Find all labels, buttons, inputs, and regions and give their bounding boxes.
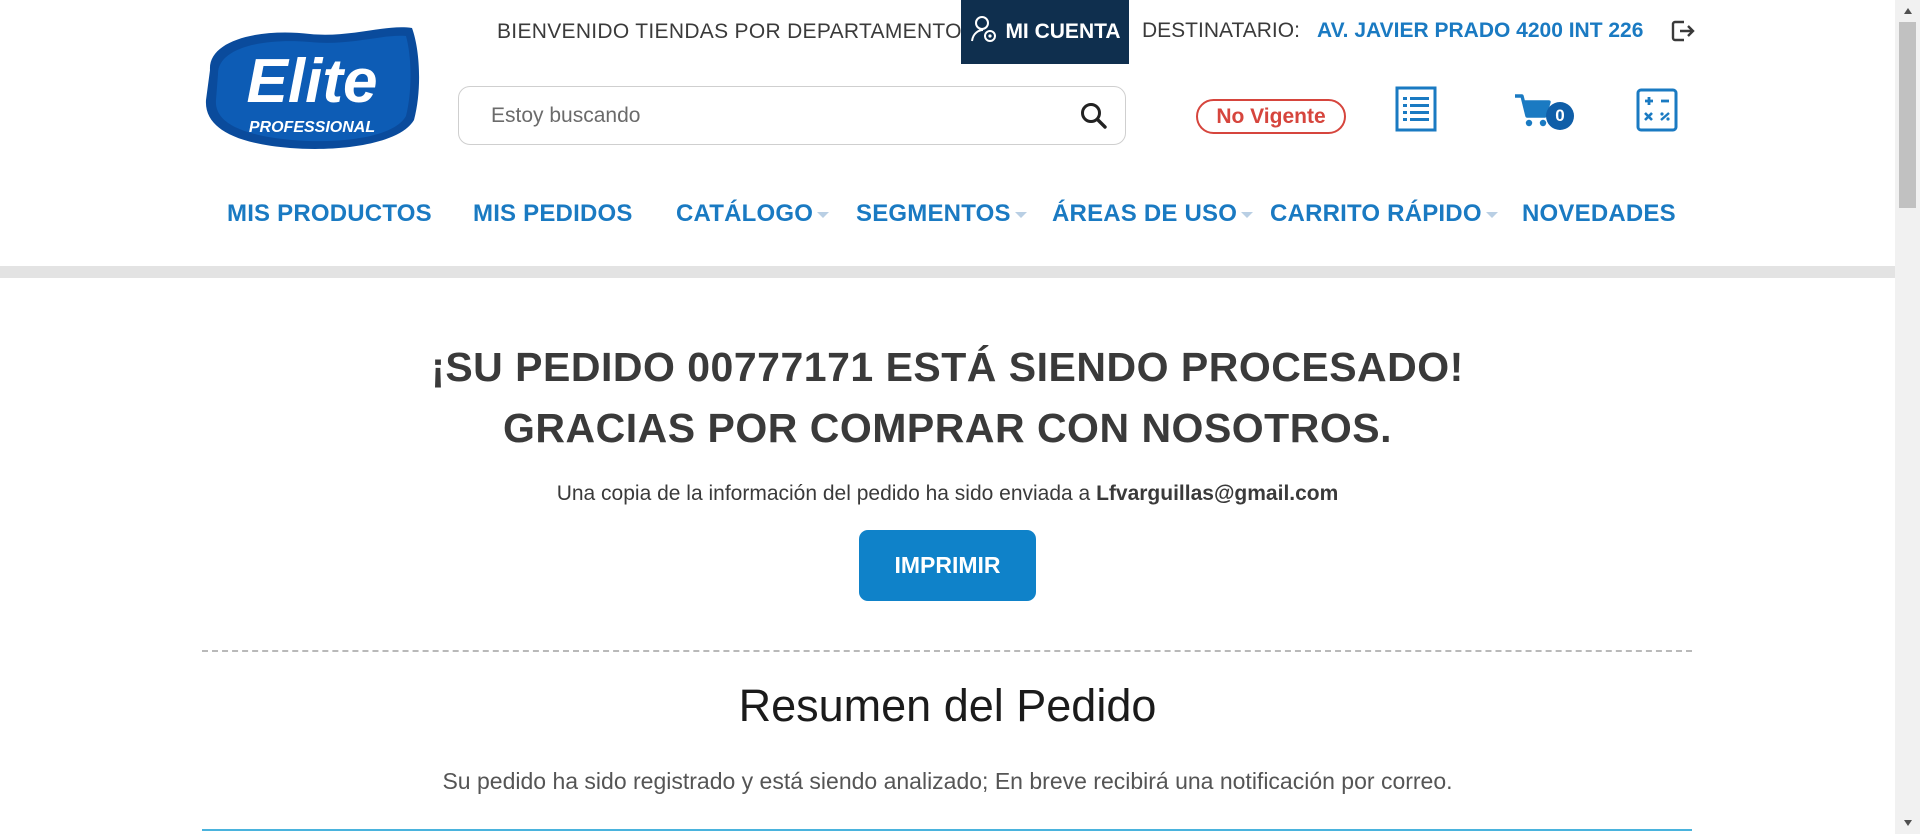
topbar: BIENVENIDO TIENDAS POR DEPARTAMENTO xyxy=(480,0,962,64)
search-input[interactable] xyxy=(491,101,1051,131)
summary-title: Resumen del Pedido xyxy=(738,680,1157,731)
print-button[interactable]: IMPRIMIR xyxy=(859,530,1036,601)
destination-value[interactable]: AV. JAVIER PRADO 4200 INT 226 xyxy=(1317,19,1643,43)
nav-item-novedades[interactable]: NOVEDADES xyxy=(1522,200,1676,228)
nav-item-mis-productos[interactable]: MIS PRODUCTOS xyxy=(227,200,432,228)
main-nav: MIS PRODUCTOS MIS PEDIDOS CATÁLOGO SEGME… xyxy=(0,200,1895,244)
svg-text:PROFESSIONAL: PROFESSIONAL xyxy=(249,119,375,136)
list-icon[interactable] xyxy=(1395,86,1437,132)
summary-divider xyxy=(202,829,1692,831)
vertical-scrollbar[interactable] xyxy=(1895,0,1920,834)
chevron-down-icon xyxy=(817,211,830,218)
page: Elite PROFESSIONAL BIENVENIDO TIENDAS PO… xyxy=(0,0,1895,834)
chevron-down-icon xyxy=(1241,211,1254,218)
nav-item-segmentos[interactable]: SEGMENTOS xyxy=(856,200,1027,228)
email-notice: Una copia de la información del pedido h… xyxy=(0,482,1895,506)
scrollbar-thumb[interactable] xyxy=(1899,22,1916,208)
scroll-down-arrow-icon[interactable] xyxy=(1895,812,1920,834)
search-box xyxy=(458,86,1126,145)
user-settings-icon xyxy=(969,14,999,50)
svg-text:Elite: Elite xyxy=(247,47,378,116)
scroll-up-arrow-icon[interactable] xyxy=(1895,0,1920,22)
nav-item-mis-pedidos[interactable]: MIS PEDIDOS xyxy=(473,200,633,228)
summary-note: Su pedido ha sido registrado y está sien… xyxy=(442,768,1453,794)
search-icon[interactable] xyxy=(1079,101,1109,131)
chevron-down-icon xyxy=(1014,211,1027,218)
nav-item-catalogo[interactable]: CATÁLOGO xyxy=(676,200,830,228)
destination-label: DESTINATARIO: xyxy=(1142,19,1300,42)
confirmation-subtitle: GRACIAS POR COMPRAR CON NOSOTROS. xyxy=(503,405,1392,451)
confirmation-title: ¡SU PEDIDO 00777171 ESTÁ SIENDO PROCESAD… xyxy=(431,344,1464,390)
logout-icon[interactable] xyxy=(1670,18,1700,46)
elite-logo[interactable]: Elite PROFESSIONAL xyxy=(200,20,422,152)
status-badge: No Vigente xyxy=(1196,99,1346,134)
cart-count-badge: 0 xyxy=(1546,102,1574,130)
nav-item-areas-de-uso[interactable]: ÁREAS DE USO xyxy=(1052,200,1254,228)
account-button[interactable]: MI CUENTA xyxy=(961,0,1129,64)
site-header: Elite PROFESSIONAL BIENVENIDO TIENDAS PO… xyxy=(0,0,1895,266)
header-divider xyxy=(0,266,1895,278)
email-address: Lfvarguillas@gmail.com xyxy=(1096,482,1339,505)
email-notice-text: Una copia de la información del pedido h… xyxy=(556,482,1097,505)
calculator-icon[interactable] xyxy=(1636,88,1678,132)
nav-item-carrito-rapido[interactable]: CARRITO RÁPIDO xyxy=(1270,200,1498,228)
welcome-text: BIENVENIDO TIENDAS POR DEPARTAMENTO xyxy=(497,20,962,43)
account-label: MI CUENTA xyxy=(1005,20,1121,43)
chevron-down-icon xyxy=(1485,211,1498,218)
dashed-divider xyxy=(202,650,1692,652)
order-confirmation: ¡SU PEDIDO 00777171 ESTÁ SIENDO PROCESAD… xyxy=(0,278,1895,834)
